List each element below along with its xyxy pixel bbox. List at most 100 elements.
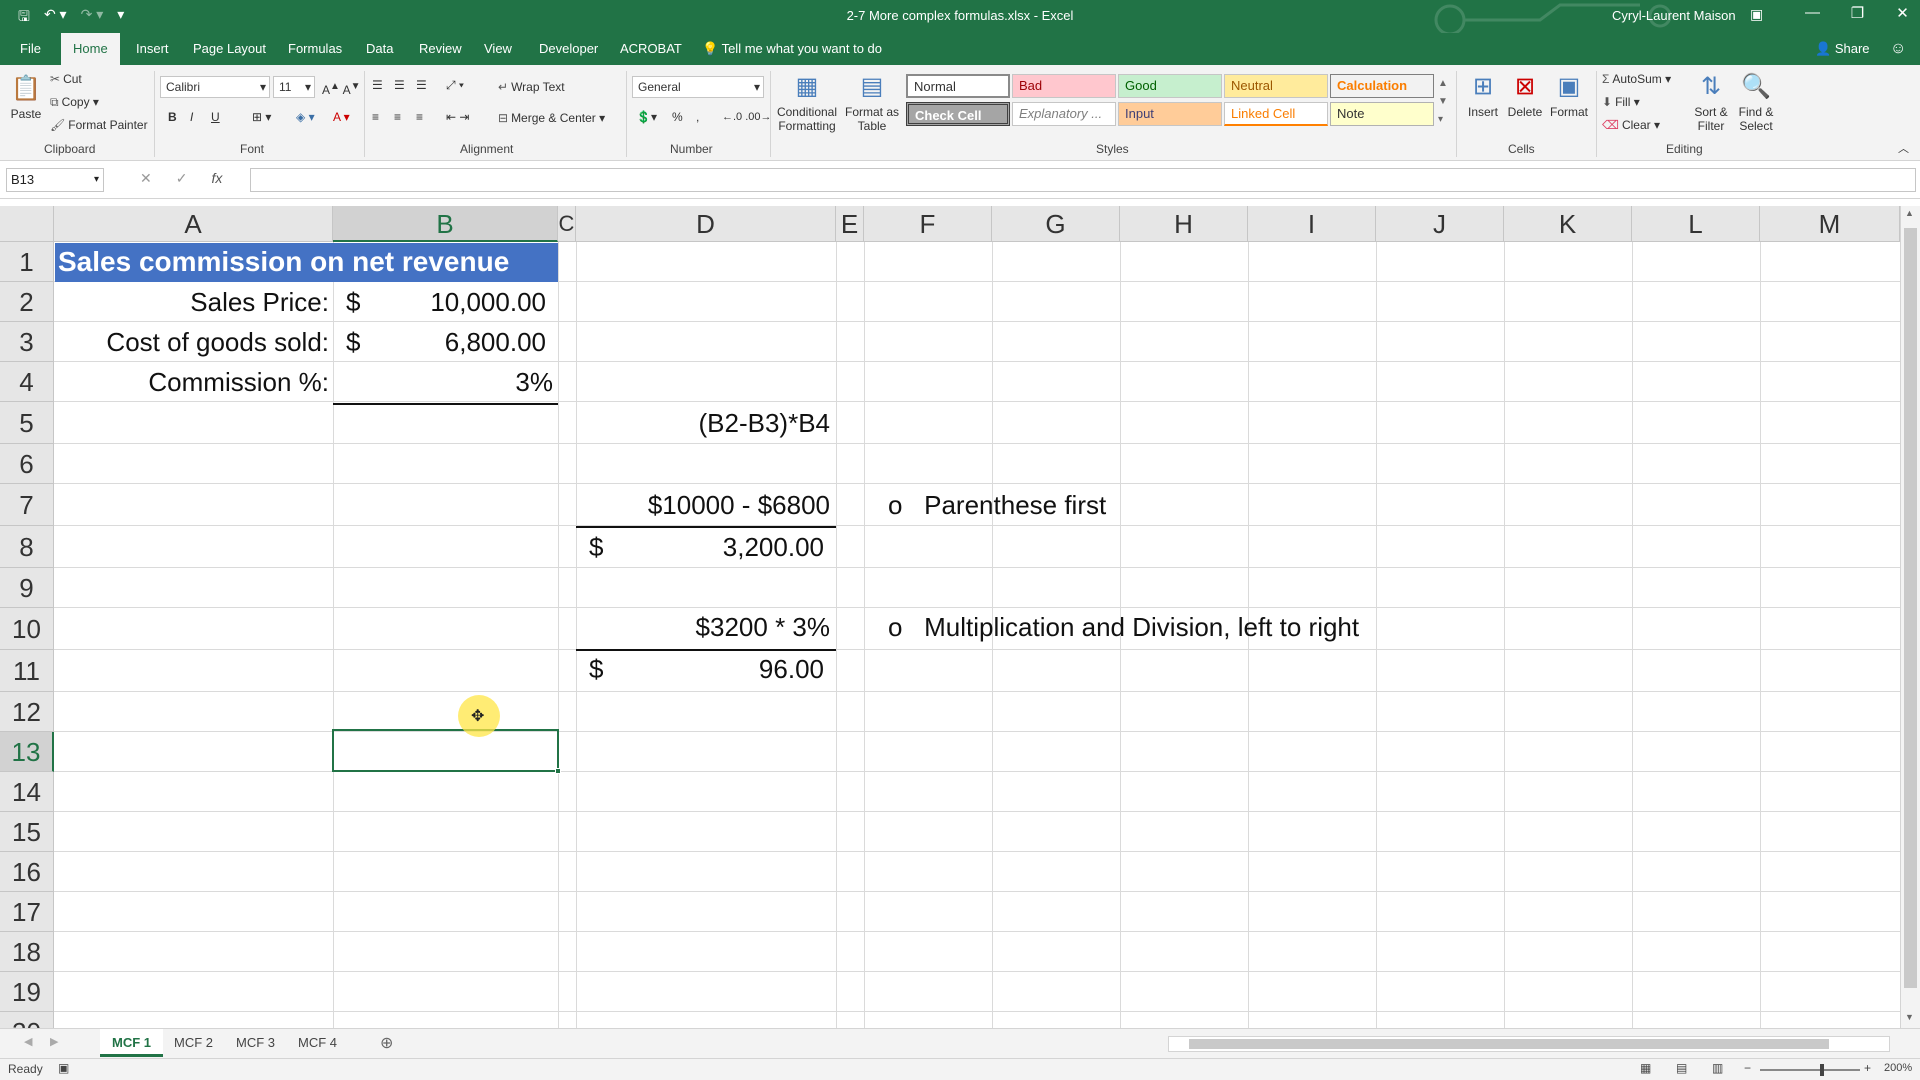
- borders-icon[interactable]: ⊞ ▾: [252, 109, 271, 125]
- align-bottom-icon[interactable]: ☰: [416, 77, 427, 93]
- tab-review[interactable]: Review: [419, 33, 462, 65]
- style-note[interactable]: Note: [1330, 102, 1434, 126]
- row-header-19[interactable]: 19: [0, 972, 54, 1012]
- scroll-down-icon[interactable]: ▼: [1905, 1012, 1914, 1022]
- bold-button[interactable]: B: [168, 109, 177, 125]
- minimize-button[interactable]: —: [1790, 4, 1835, 22]
- active-cell-b13[interactable]: [332, 729, 559, 772]
- zoom-slider[interactable]: [1760, 1069, 1860, 1071]
- clear-button[interactable]: ⌫ Clear ▾: [1602, 117, 1660, 133]
- italic-button[interactable]: I: [190, 109, 193, 125]
- zoom-in-icon[interactable]: +: [1864, 1061, 1871, 1075]
- zoom-slider-thumb[interactable]: [1820, 1064, 1824, 1076]
- styles-gallery-scroll-icon[interactable]: ▲ ▼ ▾: [1438, 75, 1448, 129]
- paste-button[interactable]: 📋 Paste: [8, 71, 44, 121]
- tab-file[interactable]: File: [20, 33, 41, 65]
- row-header-4[interactable]: 4: [0, 362, 54, 402]
- row-header-11[interactable]: 11: [0, 650, 54, 692]
- sheet-next-icon[interactable]: ▶: [50, 1035, 58, 1048]
- vertical-scrollbar[interactable]: ▲ ▼: [1900, 206, 1920, 1028]
- autosum-button[interactable]: Σ AutoSum ▾: [1602, 71, 1671, 87]
- share-button[interactable]: 👤 Share: [1815, 33, 1870, 65]
- fill-color-icon[interactable]: ◈ ▾: [296, 109, 315, 125]
- cell-d10[interactable]: $3200 * 3%: [576, 612, 830, 643]
- merge-center-button[interactable]: ⊟ Merge & Center ▾: [498, 110, 605, 126]
- column-header-d[interactable]: D: [576, 206, 836, 242]
- find-select-button[interactable]: 🔍 Find & Select: [1734, 69, 1778, 133]
- row-header-18[interactable]: 18: [0, 932, 54, 972]
- sheet-tab-mcf1[interactable]: MCF 1: [100, 1029, 163, 1057]
- zoom-level[interactable]: 200%: [1884, 1062, 1912, 1074]
- formula-input[interactable]: [250, 168, 1916, 192]
- column-header-j[interactable]: J: [1376, 206, 1504, 242]
- style-input[interactable]: Input: [1118, 102, 1222, 126]
- fill-handle[interactable]: [555, 768, 561, 774]
- orientation-icon[interactable]: ⤢ ▾: [446, 77, 464, 93]
- column-header-b[interactable]: B: [333, 206, 558, 242]
- normal-view-icon[interactable]: ▦: [1640, 1061, 1651, 1075]
- ribbon-display-options-icon[interactable]: ▣: [1750, 6, 1763, 23]
- column-header-h[interactable]: H: [1120, 206, 1248, 242]
- row-header-5[interactable]: 5: [0, 402, 54, 444]
- cell-b3[interactable]: 6,800.00: [380, 327, 546, 358]
- column-header-k[interactable]: K: [1504, 206, 1632, 242]
- cell-f7[interactable]: o Parenthese first: [888, 490, 1106, 521]
- sheet-tab-mcf4[interactable]: MCF 4: [286, 1029, 349, 1057]
- insert-function-icon[interactable]: fx: [211, 170, 222, 187]
- row-header-2[interactable]: 2: [0, 282, 54, 322]
- row-header-17[interactable]: 17: [0, 892, 54, 932]
- column-header-l[interactable]: L: [1632, 206, 1760, 242]
- tab-formulas[interactable]: Formulas: [288, 33, 342, 65]
- restore-button[interactable]: ❐: [1835, 4, 1880, 22]
- font-color-icon[interactable]: A ▾: [333, 109, 350, 125]
- wrap-text-button[interactable]: ↵ Wrap Text: [498, 79, 565, 95]
- row-header-20[interactable]: 20: [0, 1012, 54, 1028]
- row-header-16[interactable]: 16: [0, 852, 54, 892]
- align-center-icon[interactable]: ≡: [394, 109, 401, 125]
- row-header-8[interactable]: 8: [0, 526, 54, 568]
- copy-button[interactable]: ⧉ Copy ▾: [50, 94, 99, 110]
- font-name-select[interactable]: Calibri ▾: [160, 76, 270, 98]
- sheet-prev-icon[interactable]: ◀: [24, 1035, 32, 1048]
- format-cells-button[interactable]: ▣ Format: [1548, 69, 1590, 119]
- percent-button[interactable]: %: [672, 109, 683, 125]
- cell-d8[interactable]: 3,200.00: [620, 532, 824, 563]
- row-header-13[interactable]: 13: [0, 732, 54, 772]
- tab-data[interactable]: Data: [366, 33, 393, 65]
- fill-button[interactable]: ⬇ Fill ▾: [1602, 94, 1640, 110]
- row-header-12[interactable]: 12: [0, 692, 54, 732]
- tell-me-box[interactable]: 💡 Tell me what you want to do: [702, 33, 882, 65]
- font-size-select[interactable]: 11 ▾: [273, 76, 315, 98]
- cell-f10[interactable]: o Multiplication and Division, left to r…: [888, 612, 1359, 643]
- accounting-format-icon[interactable]: 💲▾: [636, 109, 657, 125]
- indent-icons[interactable]: ⇤ ⇥: [446, 109, 469, 125]
- macro-record-icon[interactable]: ▣: [58, 1061, 69, 1075]
- sort-filter-button[interactable]: ⇅ Sort & Filter: [1690, 69, 1732, 133]
- tab-developer[interactable]: Developer: [539, 33, 598, 65]
- style-normal[interactable]: Normal: [906, 74, 1010, 98]
- font-size-buttons[interactable]: A▲ A▼: [322, 79, 361, 98]
- cancel-icon[interactable]: ✕: [140, 170, 152, 187]
- align-right-icon[interactable]: ≡: [416, 109, 423, 125]
- tab-insert[interactable]: Insert: [136, 33, 169, 65]
- row-header-3[interactable]: 3: [0, 322, 54, 362]
- user-name[interactable]: Cyryl-Laurent Maison: [1612, 8, 1736, 23]
- tab-page-layout[interactable]: Page Layout: [193, 33, 266, 65]
- collapse-ribbon-icon[interactable]: ︿: [1898, 141, 1909, 157]
- conditional-formatting-button[interactable]: ▦ Conditional Formatting: [774, 69, 840, 133]
- insert-cells-button[interactable]: ⊞ Insert: [1464, 69, 1502, 119]
- column-header-f[interactable]: F: [864, 206, 992, 242]
- cell-d7[interactable]: $10000 - $6800: [576, 490, 830, 521]
- style-check-cell[interactable]: Check Cell: [906, 102, 1010, 126]
- format-as-table-button[interactable]: ▤ Format as Table: [844, 69, 900, 133]
- row-header-9[interactable]: 9: [0, 568, 54, 608]
- row-header-15[interactable]: 15: [0, 812, 54, 852]
- scroll-thumb[interactable]: [1904, 228, 1917, 988]
- decimal-icons[interactable]: ←.0 .00→: [722, 109, 772, 125]
- horizontal-scrollbar[interactable]: [1168, 1036, 1890, 1052]
- format-painter-button[interactable]: 🖌 Format Painter: [50, 117, 148, 133]
- add-sheet-icon[interactable]: ⊕: [380, 1033, 393, 1053]
- tab-view[interactable]: View: [484, 33, 512, 65]
- tab-acrobat[interactable]: ACROBAT: [620, 33, 682, 65]
- align-left-icon[interactable]: ≡: [372, 109, 379, 125]
